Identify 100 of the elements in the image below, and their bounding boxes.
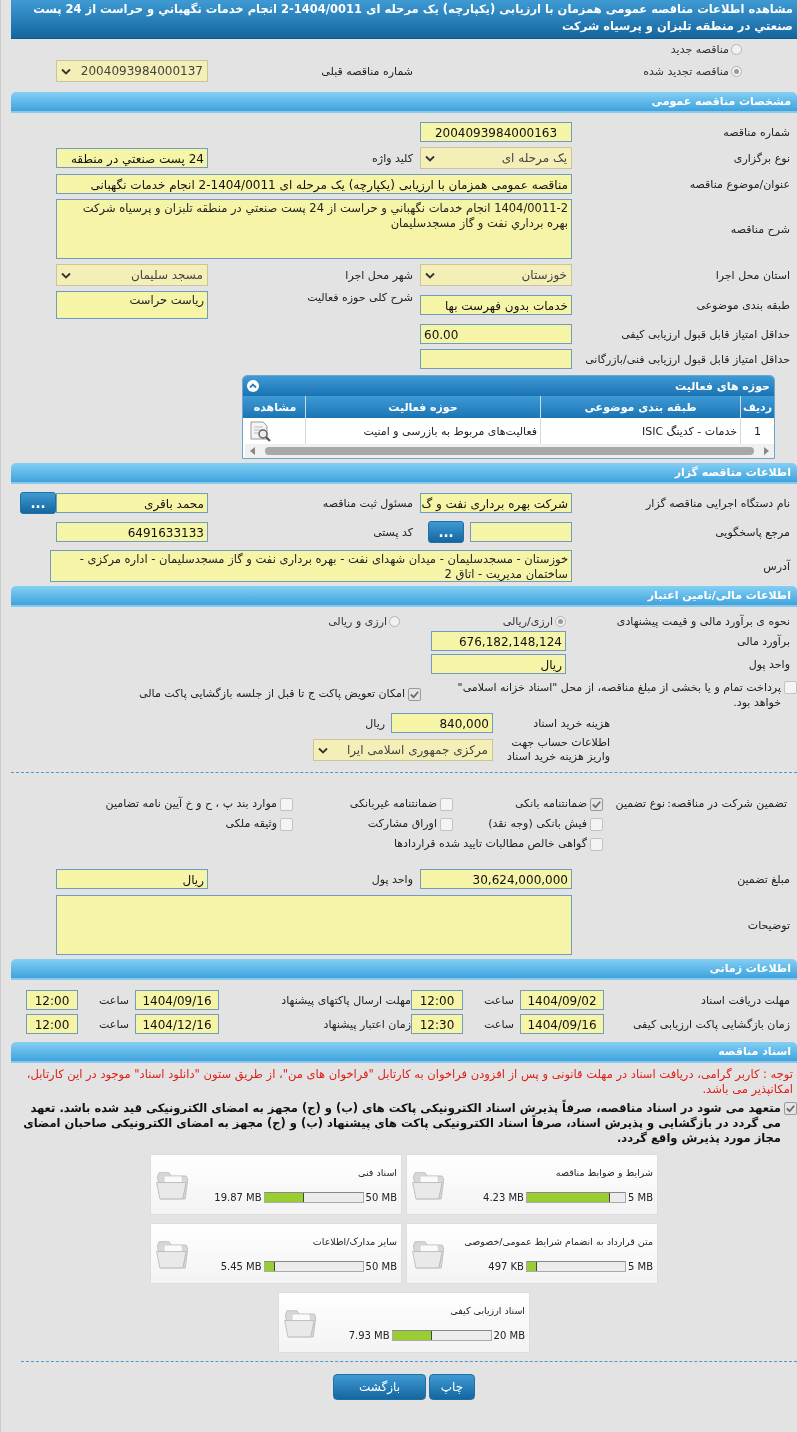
- time-field[interactable]: 12:00: [26, 1014, 78, 1034]
- select-field[interactable]: مسجد سلیمان: [56, 264, 208, 286]
- text-field[interactable]: ریال: [56, 869, 208, 889]
- file-size: 497 KB: [488, 1260, 524, 1272]
- section-header: اطلاعات مناقصه گزار: [11, 463, 797, 484]
- time-field[interactable]: 12:00: [26, 990, 78, 1010]
- date-field[interactable]: 1404/09/16: [135, 990, 219, 1010]
- column-header: طبقه بندی موضوعی: [540, 396, 740, 418]
- select-field[interactable]: یک مرحله ای: [420, 147, 572, 169]
- file-title: اسناد ارزیابی کیفی: [450, 1304, 525, 1316]
- field-label: شرح کلی حوزه فعالیت: [306, 291, 414, 304]
- collapse-icon[interactable]: [247, 380, 259, 392]
- checkbox[interactable]: [590, 798, 603, 811]
- field-label: زمان اعتبار پیشنهاد: [322, 1017, 412, 1031]
- select-field[interactable]: مرکزی جمهوری اسلامی ایرا: [313, 739, 493, 761]
- text-field[interactable]: 676,182,148,124: [431, 631, 566, 651]
- notice-text: توجه : کاربر گرامی، دریافت اسناد در مهلت قانونی و پس از افزودن فراخوان به کارتابل "فراخوان های من"، از طریق ستون "دانلود اسناد" موجود در این کارتابل، امکانپذیر می باشد.: [25, 1067, 793, 1097]
- checkbox[interactable]: [280, 818, 293, 831]
- field-label: شماره مناقصه: [722, 125, 791, 139]
- date-field[interactable]: 1404/12/16: [135, 1014, 219, 1034]
- field-label: شماره مناقصه قبلی: [320, 64, 414, 78]
- unit-label: ریال: [365, 716, 385, 730]
- caret-icon: [61, 271, 71, 279]
- field-label: کلید واژه: [371, 151, 414, 165]
- text-field[interactable]: خدمات بدون فهرست بها: [420, 295, 572, 315]
- checkbox[interactable]: [280, 798, 293, 811]
- scrollbar[interactable]: [245, 444, 774, 458]
- field-label: کد پستی: [372, 525, 414, 539]
- checkbox[interactable]: [440, 798, 453, 811]
- time-field[interactable]: 12:30: [411, 1014, 463, 1034]
- view-document-icon[interactable]: [248, 420, 272, 442]
- time-field[interactable]: 12:00: [411, 990, 463, 1010]
- field-label: زمان بازگشایی پاکت ارزیابی کیفی: [631, 1017, 791, 1031]
- text-field[interactable]: 2004093984000163: [420, 122, 572, 142]
- size-limit: 50 MB: [365, 1191, 397, 1203]
- file-size: 5.45 MB: [220, 1260, 262, 1272]
- text-field[interactable]: محمد باقری: [56, 493, 208, 513]
- text-area[interactable]: [56, 895, 572, 955]
- file-size: 4.23 MB: [483, 1191, 524, 1203]
- date-field[interactable]: 1404/09/02: [520, 990, 604, 1010]
- checkbox[interactable]: [784, 1102, 797, 1115]
- field-label: نوع برگزاری: [732, 151, 791, 165]
- field-label: حداقل امتیاز قابل قبول ارزیابی کیفی: [620, 327, 791, 341]
- radio-label: ارزی/ریالی: [502, 615, 553, 628]
- radio-button[interactable]: [389, 616, 400, 627]
- field-label: اطلاعات حساب جهت واریز هزینه خرید اسناد: [506, 736, 611, 764]
- text-field[interactable]: مناقصه عمومی همزمان با ارزیابی (یکپارچه) یک مرحله ای 1404/0011-2 انجام خدمات نگهبانی: [56, 174, 572, 194]
- field-label: مبلغ تضمین: [736, 872, 791, 886]
- text-field[interactable]: ریال: [431, 654, 566, 674]
- text-field[interactable]: 840,000: [391, 713, 493, 733]
- text-area[interactable]: 1404/0011-2 انجام خدمات نگهباني و حراست از 24 پست صنعتي در منطقه تلبزان و پرسياه شرکت بهره برداري نفت و گاز مسجدسليمان: [56, 199, 572, 259]
- field-label: حداقل امتیاز قابل قبول ارزیابی فنی/بازرگانی: [584, 352, 791, 366]
- text-field[interactable]: 24 پست صنعتي در منطقه: [56, 148, 208, 168]
- checkbox-label: گواهی خالص مطالبات تایید شده قراردادها: [393, 837, 587, 850]
- checkbox-label: پرداخت تمام و یا بخشی از مبلغ مناقصه، از محل "اسناد خزانه اسلامی" خواهد بود.: [456, 680, 781, 710]
- text-area[interactable]: خوزستان - مسجدسلیمان - میدان شهدای نفت - بهره برداری نفت و گاز مسجدسلیمان - اداره مرکزی - ساختمان مدیریت - اتاق 2: [50, 550, 572, 582]
- checkbox[interactable]: [408, 688, 421, 701]
- radio-label: مناقصه تجدید شده: [643, 64, 729, 78]
- file-title: شرایط و ضوابط مناقصه: [555, 1166, 653, 1178]
- radio-label: مناقصه جدید: [670, 43, 729, 56]
- browse-button[interactable]: ...: [20, 492, 56, 514]
- browse-button[interactable]: ...: [428, 521, 464, 543]
- text-field[interactable]: [420, 349, 572, 369]
- size-limit: 20 MB: [493, 1329, 525, 1341]
- caret-icon: [425, 271, 435, 279]
- field-label: ساعت: [483, 1017, 515, 1031]
- radio-button[interactable]: [731, 44, 742, 55]
- checkbox[interactable]: [590, 838, 603, 851]
- commitment-text: متعهد می شود در اسناد مناقصه، صرفاً پذیرش اسناد الکترونیکی پاکت های (ب) و (ج) مجهز به امضای الکترونیکی قید شده باشد. تعهد می گردد در بازگشایی و پذیرش اسناد، صرفاً اسناد الکترونیکی پاکت های پیشنهاد (ب) و (ج) مجهز به امضای الکترونیکی صاحبان امضای مجاز مورد پذیرش واقع گردد.: [22, 1101, 781, 1146]
- text-field[interactable]: 30,624,000,000: [420, 869, 572, 889]
- checkbox[interactable]: [440, 818, 453, 831]
- select-field[interactable]: خوزستان: [420, 264, 572, 286]
- caret-icon: [318, 746, 328, 754]
- checkbox-label: موارد بند پ ، ح و خ آیین نامه تضامین: [105, 797, 277, 810]
- field-label: نحوه ی برآورد مالی و قیمت پیشنهادی: [615, 615, 791, 628]
- radio-label: ارزی و ریالی: [328, 615, 387, 628]
- checkbox[interactable]: [590, 818, 603, 831]
- text-field[interactable]: شرکت بهره برداری نفت و گ: [420, 493, 572, 513]
- checkbox[interactable]: [784, 681, 797, 694]
- text-field[interactable]: 6491633133: [56, 522, 208, 542]
- caret-icon: [61, 67, 71, 75]
- size-limit: 5 MB: [627, 1191, 653, 1203]
- checkbox-label: وثیقه ملکی: [225, 817, 277, 830]
- radio-button[interactable]: [555, 616, 566, 627]
- caret-icon: [425, 154, 435, 162]
- field-label: مهلت ارسال پاکتهای پیشنهاد: [280, 993, 412, 1007]
- field-label: آدرس: [762, 559, 792, 573]
- checkbox-label: فیش بانکی (وجه نقد): [488, 817, 587, 830]
- print-button[interactable]: چاپ: [429, 1374, 475, 1400]
- radio-button[interactable]: [731, 65, 742, 77]
- field-label: ساعت: [98, 993, 130, 1007]
- back-button[interactable]: بازگشت: [333, 1374, 426, 1400]
- size-limit: 50 MB: [365, 1260, 397, 1272]
- date-field[interactable]: 1404/09/16: [520, 1014, 604, 1034]
- select-field[interactable]: 2004093984000137: [56, 60, 208, 82]
- text-area[interactable]: ریاست حراست: [56, 291, 208, 319]
- text-field[interactable]: 60.00: [420, 324, 572, 344]
- file-title: متن قرارداد به انضمام شرایط عمومی/خصوصی: [464, 1235, 653, 1247]
- text-field[interactable]: [470, 522, 572, 542]
- field-label: ساعت: [483, 993, 515, 1007]
